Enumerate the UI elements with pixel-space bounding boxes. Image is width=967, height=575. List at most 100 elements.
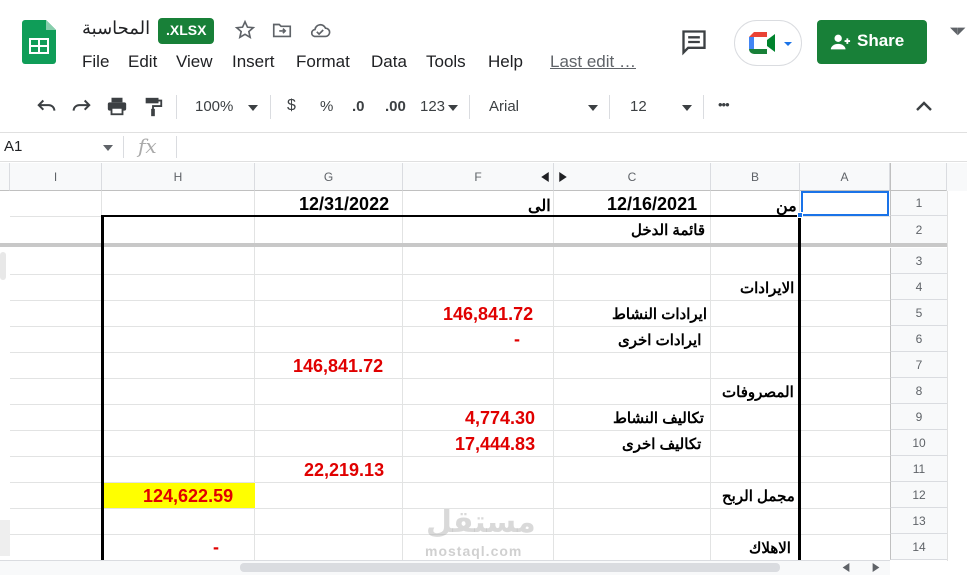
cell-f10-value[interactable]: 17,444.83	[455, 434, 535, 455]
cell-f9-value[interactable]: 4,774.30	[465, 408, 535, 429]
menu-data[interactable]: Data	[371, 52, 407, 72]
share-button[interactable]: Share	[817, 20, 927, 64]
cell-f1-to[interactable]: الى	[528, 196, 551, 216]
percent-format-button[interactable]: %	[320, 98, 333, 115]
cell-g1-to-date[interactable]: 12/31/2022	[299, 194, 389, 215]
row-header[interactable]: 5	[890, 300, 947, 326]
selected-cell-a1[interactable]	[801, 191, 889, 216]
font-size-select[interactable]: 12	[630, 98, 647, 115]
row-header[interactable]: 13	[890, 508, 947, 534]
font-family-select[interactable]: Arial	[489, 98, 519, 115]
column-header-i[interactable]: I	[10, 163, 102, 191]
cell-c10-label[interactable]: تكاليف اخرى	[622, 435, 701, 453]
cell-g11-total[interactable]: 22,219.13	[304, 460, 384, 481]
zoom-select[interactable]: 100%	[195, 98, 233, 115]
menu-tools[interactable]: Tools	[426, 52, 466, 72]
menu-view[interactable]: View	[176, 52, 213, 72]
sheets-logo-icon[interactable]	[22, 20, 56, 64]
cell-b8-expenses[interactable]: المصروفات	[722, 383, 794, 401]
formula-divider	[123, 136, 124, 158]
meet-button[interactable]	[734, 20, 802, 66]
row-header[interactable]: 1	[890, 191, 947, 216]
cell-b14-label[interactable]: الاهلاك	[749, 539, 791, 557]
row-header[interactable]: 2	[890, 216, 947, 244]
paint-format-icon[interactable]	[142, 96, 164, 118]
row-header[interactable]: 11	[890, 456, 947, 482]
name-box[interactable]: A1	[4, 138, 22, 155]
fx-icon: fx	[138, 134, 157, 158]
hidden-columns-left-icon[interactable]	[541, 172, 549, 182]
column-header-g[interactable]: G	[255, 163, 403, 191]
left-scroll-track[interactable]	[0, 520, 10, 556]
cell-c5-label[interactable]: ايرادات النشاط	[612, 305, 707, 323]
cell-c1-from-date[interactable]: 12/16/2021	[607, 194, 697, 215]
cell-b12-label[interactable]: مجمل الربح	[722, 487, 795, 505]
vertical-scrollbar[interactable]	[947, 191, 967, 561]
formula-input[interactable]	[180, 133, 880, 161]
row-header[interactable]: 12	[890, 482, 947, 508]
more-formats-button[interactable]: 123	[420, 98, 445, 115]
frozen-rows-divider[interactable]	[0, 243, 947, 247]
comments-icon[interactable]	[680, 28, 708, 56]
app-header: المحاسبة .XLSX File Edit View Insert For…	[0, 0, 967, 84]
row-header[interactable]: 14	[890, 534, 947, 560]
move-folder-icon[interactable]	[271, 19, 293, 41]
currency-format-button[interactable]: $	[287, 97, 296, 115]
share-label: Share	[857, 31, 905, 50]
fill-handle[interactable]	[797, 212, 803, 218]
row-header[interactable]: 10	[890, 430, 947, 456]
cell-f6-value[interactable]: -	[514, 329, 520, 350]
last-edit-link[interactable]: Last edit …	[550, 52, 636, 72]
increase-decimal-button[interactable]: .00	[385, 98, 406, 115]
document-title[interactable]: المحاسبة	[82, 18, 150, 39]
column-header-b[interactable]: B	[711, 163, 800, 191]
row-header[interactable]: 9	[890, 404, 947, 430]
select-all-corner[interactable]	[890, 163, 947, 191]
undo-icon[interactable]	[36, 96, 58, 116]
cell-c2-title[interactable]: قائمة الدخل	[631, 221, 705, 239]
print-icon[interactable]	[106, 96, 128, 116]
cell-b4-revenues[interactable]: الايرادات	[740, 279, 794, 297]
row-header[interactable]: 8	[890, 378, 947, 404]
grid-line	[10, 456, 890, 457]
more-options-button[interactable]: •••	[718, 97, 730, 112]
menu-file[interactable]: File	[82, 52, 109, 72]
toolbar-divider	[703, 95, 704, 119]
cell-h14-value[interactable]: -	[213, 537, 219, 558]
cell-b1-from[interactable]: من	[776, 196, 797, 216]
row-header[interactable]: 6	[890, 326, 947, 352]
toolbar-divider	[176, 95, 177, 119]
star-icon[interactable]	[234, 19, 256, 41]
left-scroll-handle[interactable]	[0, 252, 6, 280]
menu-insert[interactable]: Insert	[232, 52, 275, 72]
cloud-saved-icon[interactable]	[308, 19, 332, 41]
cell-f5-value[interactable]: 146,841.72	[443, 304, 533, 325]
hidden-columns-right-icon[interactable]	[559, 172, 567, 182]
row-header[interactable]: 4	[890, 274, 947, 300]
menu-edit[interactable]: Edit	[128, 52, 157, 72]
column-header-edge	[0, 163, 10, 191]
grid-line	[10, 300, 890, 301]
cell-g7-total[interactable]: 146,841.72	[293, 356, 383, 377]
name-box-chevron-icon[interactable]	[103, 144, 113, 152]
column-header-a[interactable]: A	[800, 163, 890, 191]
column-header-c[interactable]: C	[554, 163, 711, 191]
horizontal-scroll-thumb[interactable]	[240, 563, 780, 572]
column-header-f[interactable]: F	[403, 163, 554, 191]
menu-help[interactable]: Help	[488, 52, 523, 72]
redo-icon[interactable]	[70, 96, 92, 116]
account-avatar[interactable]: ◥◤	[950, 26, 965, 37]
row-header[interactable]: 7	[890, 352, 947, 378]
column-header-h[interactable]: H	[102, 163, 255, 191]
toolbar-divider	[609, 95, 610, 119]
scroll-left-icon[interactable]	[842, 563, 850, 572]
cell-c6-label[interactable]: ايرادات اخرى	[618, 331, 701, 349]
decrease-decimal-button[interactable]: .0	[352, 98, 365, 115]
cell-h12-value[interactable]: 124,622.59	[143, 486, 233, 507]
toolbar-divider	[469, 95, 470, 119]
scroll-right-icon[interactable]	[872, 563, 880, 572]
cell-c9-label[interactable]: تكاليف النشاط	[613, 409, 704, 427]
collapse-toolbar-icon[interactable]	[916, 100, 932, 112]
menu-format[interactable]: Format	[296, 52, 350, 72]
row-header[interactable]: 3	[890, 248, 947, 274]
